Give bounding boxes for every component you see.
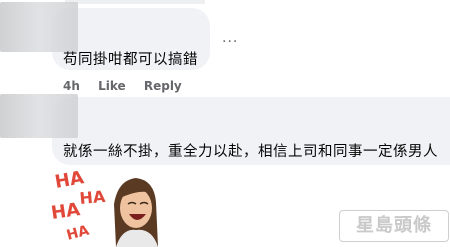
comment-timestamp[interactable]: 4h <box>63 79 80 93</box>
laughing-person-icon <box>114 178 158 247</box>
ha-ha-lettering: HA HA HA HA <box>50 167 107 244</box>
news-watermark-logo: 星島頭條 <box>339 210 449 242</box>
like-button[interactable]: Like <box>98 79 126 93</box>
blurred-commenter-name-1 <box>0 2 78 52</box>
blurred-commenter-name-2 <box>0 94 78 138</box>
laughing-sticker: HA HA HA HA <box>50 167 158 247</box>
comment-text-1: 苟同掛咁都可以搞錯 <box>63 52 198 68</box>
svg-text:HA: HA <box>65 223 91 244</box>
svg-text:HA: HA <box>50 199 81 224</box>
more-options-icon[interactable]: ... <box>222 30 238 46</box>
comment-actions-1: 4h Like Reply <box>63 79 196 93</box>
svg-text:HA: HA <box>79 187 107 208</box>
comment-text-2: 就係一絲不掛，重全力以赴，相信上司和同事一定係男人 <box>63 144 438 160</box>
reply-button[interactable]: Reply <box>144 79 182 93</box>
previous-comment-edge <box>65 0 205 4</box>
